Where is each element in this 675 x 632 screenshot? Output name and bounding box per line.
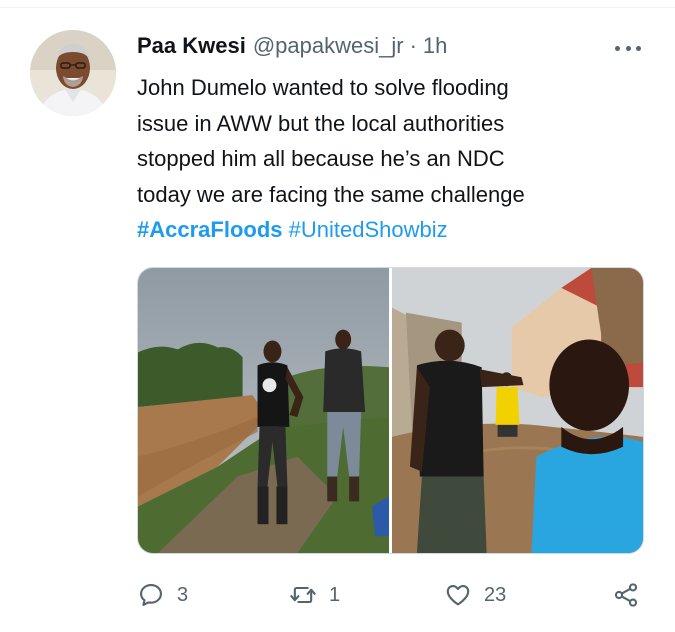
like-button[interactable]: 23: [444, 578, 506, 612]
media-grid: [137, 267, 644, 554]
more-dot: [615, 45, 620, 51]
heart-icon: [446, 584, 470, 606]
share-button[interactable]: [612, 578, 640, 612]
tweet-text-line: stopped him all because he’s an NDC: [137, 146, 505, 171]
speech-bubble-icon: [140, 584, 162, 606]
flooded-street-photo: [392, 268, 643, 553]
share-nodes-icon: [614, 583, 638, 607]
hashtag-link[interactable]: #AccraFloods: [137, 217, 283, 242]
tweet-timestamp[interactable]: 1h: [423, 33, 447, 59]
author-name[interactable]: Paa Kwesi: [137, 33, 246, 59]
avatar[interactable]: [30, 30, 116, 116]
flood-river-photo: [138, 268, 389, 553]
more-dot: [625, 45, 631, 51]
reply-button[interactable]: 3: [137, 578, 188, 612]
media-photo-1[interactable]: [138, 268, 389, 553]
tweet-text-line: John Dumelo wanted to solve flooding: [137, 75, 509, 100]
top-divider: [0, 7, 675, 8]
more-dot: [636, 45, 641, 51]
tweet-actions: 3 1 23: [137, 578, 647, 612]
hashtag-link[interactable]: #UnitedShowbiz: [289, 217, 448, 242]
tweet-text-line: today we are facing the same challenge: [137, 181, 525, 207]
media-photo-2[interactable]: [392, 268, 643, 553]
hashtag-line: #AccraFloods #UnitedShowbiz: [137, 212, 637, 248]
tweet-text-line: issue in AWW but the local authorities: [137, 110, 505, 136]
retweet-arrows-icon: [290, 586, 316, 604]
header-separator: ·: [409, 33, 417, 58]
reply-count: 3: [177, 583, 189, 606]
avatar-image: [30, 30, 116, 116]
tweet-header: Paa Kwesi @papakwesi_jr · 1h: [137, 33, 447, 61]
author-handle[interactable]: @papakwesi_jr: [253, 33, 404, 59]
like-count: 23: [484, 583, 507, 606]
retweet-count: 1: [329, 583, 341, 606]
more-dots-icon[interactable]: [613, 42, 643, 54]
retweet-button[interactable]: 1: [289, 578, 340, 612]
tweet-text: John Dumelo wanted to solve flooding iss…: [137, 70, 637, 248]
